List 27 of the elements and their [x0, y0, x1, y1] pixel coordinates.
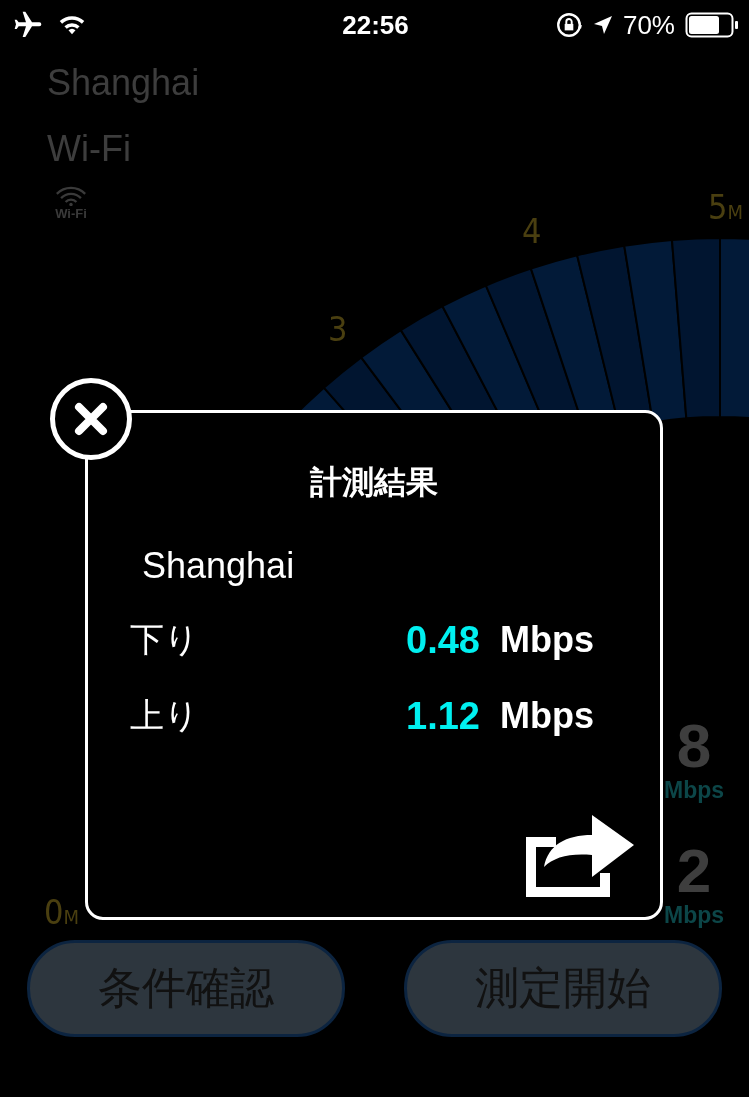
wifi-icon [54, 186, 88, 206]
gauge-label: 4 [522, 214, 542, 248]
speed-value: 0.48 [405, 618, 480, 662]
speed-unit: Mbps [500, 619, 594, 661]
gauge-label: 3 [328, 312, 348, 346]
location-arrow-icon [592, 15, 613, 35]
speed-unit: Mbps [664, 777, 725, 804]
gauge-label: 0M [44, 895, 79, 929]
speed-reading: 2 [676, 840, 712, 902]
status-time: 22:56 [342, 9, 409, 41]
rotation-lock-icon [554, 11, 583, 39]
speed-unit: Mbps [664, 902, 725, 929]
share-icon[interactable] [526, 815, 634, 897]
speed-value: 1.12 [405, 694, 480, 738]
dialog-title: 計測結果 [310, 462, 438, 503]
wifi-icon [58, 14, 86, 36]
speed-reading: 8 [676, 715, 712, 777]
wifi-label: Wi-Fi [55, 206, 87, 221]
speed-unit: Mbps [500, 695, 594, 737]
battery-icon [685, 12, 739, 38]
gauge-label: 5M [708, 190, 743, 224]
location-label: Shanghai [142, 545, 295, 587]
direction-label: 下り [130, 618, 200, 661]
battery-percentage: 70% [622, 9, 675, 41]
direction-label: 上り [130, 694, 200, 737]
network-label: Wi-Fi [47, 127, 132, 171]
location-label: Shanghai [47, 61, 201, 105]
